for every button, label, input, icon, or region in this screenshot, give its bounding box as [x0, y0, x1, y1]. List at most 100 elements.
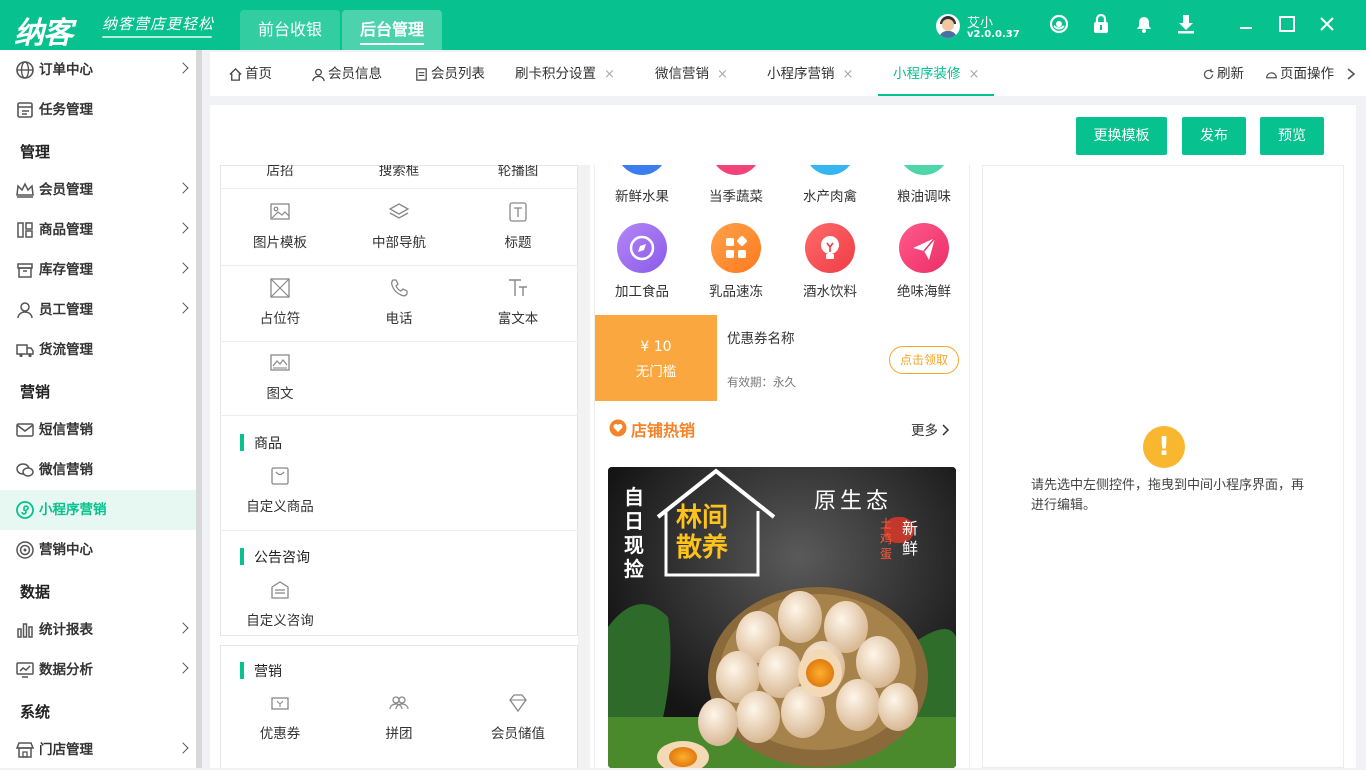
widget-shop-sign[interactable]: 店招 — [220, 165, 340, 179]
download-icon[interactable] — [1175, 13, 1197, 35]
widget-custom-news[interactable]: 自定义咨询 — [220, 579, 340, 629]
widget-image-template[interactable]: 图片模板 — [220, 201, 340, 251]
preview-button[interactable]: 预览 — [1260, 117, 1324, 155]
sidebar-item-logistics[interactable]: 货流管理 — [0, 330, 196, 370]
sidebar-item-marketing-center[interactable]: 营销中心 — [0, 530, 196, 570]
nav-item-dairy-frozen[interactable]: 乳品速冻 — [689, 223, 783, 300]
page-scrollbar[interactable] — [1356, 105, 1366, 768]
target-icon — [16, 541, 34, 559]
coupon-claim-button[interactable]: 点击领取 — [889, 346, 959, 374]
widget-mid-nav[interactable]: 中部导航 — [339, 201, 459, 251]
category-marketing: 营销 — [240, 661, 282, 681]
image-icon — [270, 203, 290, 220]
change-template-button[interactable]: 更换模板 — [1076, 117, 1167, 155]
tab-close-icon[interactable]: × — [604, 67, 615, 82]
lock-icon[interactable] — [1090, 13, 1112, 35]
widget-custom-goods[interactable]: 自定义商品 — [220, 465, 340, 515]
widget-rich-text[interactable]: 富文本 — [458, 277, 578, 327]
customer-service-icon[interactable] — [1048, 13, 1070, 35]
tab-close-icon[interactable]: × — [843, 67, 854, 82]
user-icon — [312, 68, 325, 81]
nav-item-seafood[interactable]: 绝味海鲜 — [877, 223, 969, 300]
sidebar-item-miniprogram[interactable]: 小程序营销 — [0, 490, 196, 530]
widget-label: 富文本 — [497, 311, 539, 327]
widget-label: 自定义咨询 — [246, 613, 314, 629]
bell-icon[interactable] — [1133, 13, 1155, 35]
main-content: 更换模板 发布 预览 店招 搜索框 轮播图 图片模板 中部导航 标题 占位符 电… — [210, 105, 1356, 768]
widget-image-text[interactable]: 图文 — [220, 352, 340, 402]
tab-label: 会员列表 — [431, 66, 485, 82]
coupon-condition: 无门槛 — [635, 364, 677, 380]
miniprogram-preview[interactable]: 新鲜水果 当季蔬菜 水产肉禽 粮油调味 加工食品 乳品速冻 酒水饮料 绝味海鲜 … — [594, 165, 970, 768]
sidebar-item-label: 订单中心 — [39, 62, 93, 78]
nav-item-grain-oil[interactable]: 粮油调味 — [877, 185, 969, 205]
widget-title[interactable]: 标题 — [458, 201, 578, 251]
tab-wechat-marketing[interactable]: 微信营销 × — [655, 52, 728, 96]
widget-carousel[interactable]: 轮播图 — [458, 165, 578, 179]
chevron-right-icon[interactable] — [1346, 68, 1356, 80]
sidebar-item-products[interactable]: 商品管理 — [0, 210, 196, 250]
miniprogram-icon — [16, 501, 34, 519]
widget-label: 图文 — [266, 386, 294, 402]
tab-card-points[interactable]: 刷卡积分设置 × — [515, 52, 615, 96]
close-icon[interactable] — [1316, 13, 1338, 35]
sidebar-item-label: 员工管理 — [39, 302, 93, 318]
widget-stored-value[interactable]: 会员储值 — [458, 692, 578, 742]
more-label: 更多 — [911, 423, 938, 439]
widget-label: 图片模板 — [253, 235, 307, 251]
sidebar-section-data: 数据 — [20, 583, 51, 601]
widget-phone[interactable]: 电话 — [339, 277, 459, 327]
tab-close-icon[interactable]: × — [717, 67, 728, 82]
nav-item-fruit[interactable]: 新鲜水果 — [595, 185, 689, 205]
nav-front-cashier[interactable]: 前台收银 — [240, 10, 340, 50]
sidebar-item-inventory[interactable]: 库存管理 — [0, 250, 196, 290]
nav-item-vegetable[interactable]: 当季蔬菜 — [689, 185, 783, 205]
coupon-card[interactable]: ¥ 10 无门槛 — [595, 315, 717, 401]
sidebar-item-label: 短信营销 — [39, 422, 93, 438]
sidebar-item-sms[interactable]: 短信营销 — [0, 410, 196, 450]
tab-home[interactable]: 首页 — [228, 52, 272, 96]
sidebar-item-analytics[interactable]: 数据分析 — [0, 650, 196, 690]
widget-panel-scrollbar[interactable] — [578, 165, 590, 768]
sidebar-item-staff[interactable]: 员工管理 — [0, 290, 196, 330]
maximize-icon[interactable] — [1276, 13, 1298, 35]
minimize-icon[interactable] — [1235, 13, 1257, 35]
apps-icon — [711, 223, 761, 273]
refresh-button[interactable]: 刷新 — [1202, 52, 1244, 96]
sidebar-item-orders[interactable]: 订单中心 — [0, 50, 196, 90]
sidebar-item-wechat[interactable]: 微信营销 — [0, 450, 196, 490]
product-banner[interactable]: 自日现捡 林间散养 原生态 土鸡蛋 新鲜 — [608, 467, 956, 768]
user-profile[interactable]: 艾小 v2.0.0.37 — [936, 12, 1020, 42]
tab-member-info[interactable]: 会员信息 — [311, 52, 382, 96]
widget-group-buy[interactable]: 拼团 — [339, 692, 459, 742]
widget-label: 拼团 — [385, 726, 413, 742]
sidebar-item-stores[interactable]: 门店管理 — [0, 730, 196, 770]
tab-close-icon[interactable]: × — [969, 67, 980, 82]
nav-backend-admin[interactable]: 后台管理 — [342, 10, 442, 50]
tab-miniprogram-marketing[interactable]: 小程序营销 × — [767, 52, 853, 96]
widget-placeholder[interactable]: 占位符 — [220, 277, 340, 327]
sidebar-item-tasks[interactable]: 任务管理 — [0, 90, 196, 130]
nav-item-drinks[interactable]: 酒水饮料 — [783, 223, 877, 300]
nav-item-processed-food[interactable]: 加工食品 — [595, 223, 689, 300]
sidebar-item-label: 统计报表 — [39, 622, 93, 638]
page-ops-button[interactable]: 页面操作 — [1265, 52, 1334, 96]
nav-item-label: 酒水饮料 — [803, 284, 857, 300]
widget-coupon[interactable]: 优惠券 — [220, 692, 340, 742]
category-news: 公告咨询 — [240, 547, 310, 567]
publish-button[interactable]: 发布 — [1182, 117, 1246, 155]
banner-text-daily: 自日现捡 — [624, 485, 644, 581]
home-icon — [229, 67, 242, 81]
image-text-icon — [270, 354, 290, 371]
hot-sale-more[interactable]: 更多 — [911, 419, 950, 439]
sidebar-scrollbar[interactable] — [196, 50, 202, 768]
nav-item-seafood-meat[interactable]: 水产肉禽 — [783, 185, 877, 205]
sidebar-item-reports[interactable]: 统计报表 — [0, 610, 196, 650]
widget-search-box[interactable]: 搜索框 — [339, 165, 459, 179]
avatar — [936, 14, 960, 38]
tab-miniprogram-decor[interactable]: 小程序装修 × — [878, 52, 995, 96]
sidebar-item-members[interactable]: 会员管理 — [0, 170, 196, 210]
tab-member-list[interactable]: 会员列表 — [414, 52, 485, 96]
warning-icon: ! — [1143, 426, 1185, 468]
page-ops-label: 页面操作 — [1280, 66, 1334, 82]
